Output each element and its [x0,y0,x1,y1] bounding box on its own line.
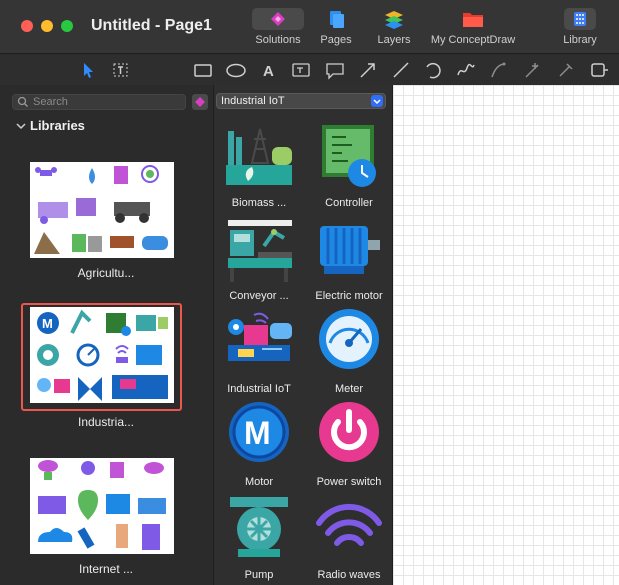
controller-icon [322,125,376,187]
library-grid-icon [564,8,596,30]
pointer-icon[interactable] [77,59,99,81]
dropdown-arrow-icon [371,95,383,107]
libraries-header-label: Libraries [30,118,85,133]
callout-icon[interactable] [324,59,346,81]
library-label: Library [563,34,597,46]
library-button[interactable]: Library [560,8,600,50]
libraries-panel: Libraries Agricultu... M [0,85,212,585]
shape-label-meter: Meter [334,383,364,395]
library-thumbnail-internet[interactable] [30,458,174,554]
shapes-panel: Industrial IoT Biomass ... Controller Co… [213,85,393,585]
power-switch-icon [319,402,379,462]
biomass-icon [226,128,292,185]
text-box-icon[interactable] [290,59,312,81]
pages-label: Pages [320,34,352,46]
document-title: Untitled - Page1 [91,17,212,34]
line-icon[interactable] [390,59,412,81]
shape-industrial-iot[interactable]: Industrial IoT [214,309,304,402]
my-conceptdraw-label: My ConceptDraw [430,34,516,46]
shape-radio-waves[interactable]: Radio waves [304,495,394,585]
layers-button[interactable]: Layers [373,8,415,50]
shape-label-electric-motor: Electric motor [315,290,383,302]
shape-label-motor: Motor [244,476,274,488]
pages-icon [318,8,354,30]
library-select[interactable]: Industrial IoT [216,93,386,109]
text-select-icon[interactable] [110,59,132,81]
arc-icon[interactable] [422,59,444,81]
pages-button[interactable]: Pages [318,8,354,50]
shape-power-switch[interactable]: Power switch [304,402,394,495]
folder-icon [425,8,521,30]
svg-text:M: M [244,415,271,451]
pen-icon[interactable] [555,59,577,81]
shape-meter[interactable]: Meter [304,309,394,402]
add-library-icon[interactable] [191,93,209,111]
shape-label-industrial-iot: Industrial IoT [227,383,291,395]
ellipse-icon[interactable] [225,59,247,81]
minimize-window-button[interactable] [41,20,53,32]
library-thumbnail-agriculture[interactable] [30,162,174,258]
shape-label-conveyor: Conveyor ... [229,290,289,302]
drawing-toolbar: A [0,55,619,85]
chain-icon[interactable] [588,59,610,81]
shape-label-controller: Controller [325,197,373,209]
shape-biomass[interactable]: Biomass ... [214,123,304,216]
radio-waves-icon [316,503,382,546]
freehand-icon[interactable] [455,59,477,81]
maximize-window-button[interactable] [61,20,73,32]
solutions-button[interactable]: Solutions [250,8,306,50]
library-select-value: Industrial IoT [221,95,285,107]
layers-icon [373,8,415,30]
shape-conveyor[interactable]: Conveyor ... [214,216,304,309]
pump-icon [230,497,288,557]
library-label-agriculture: Agricultu... [77,266,135,280]
shape-label-biomass: Biomass ... [231,197,287,209]
shape-pump[interactable]: Pump [214,495,304,585]
my-conceptdraw-button[interactable]: My ConceptDraw [425,8,521,50]
svg-text:M: M [42,316,53,331]
electric-motor-icon [320,226,380,274]
close-window-button[interactable] [21,20,33,32]
solutions-label: Solutions [255,34,301,46]
shape-electric-motor[interactable]: Electric motor [304,216,394,309]
svg-text:A: A [263,63,274,80]
smart-connector-icon[interactable] [522,59,544,81]
library-thumbnail-industrial-iot[interactable]: M [30,307,174,403]
shape-label-pump: Pump [244,569,274,581]
rectangle-icon[interactable] [192,59,214,81]
solutions-icon [252,8,304,30]
shape-controller[interactable]: Controller [304,123,394,216]
shape-motor[interactable]: M Motor [214,402,304,495]
chevron-down-icon [16,123,26,130]
drawing-canvas[interactable] [393,85,619,585]
motor-icon: M [229,402,289,462]
bezier-icon[interactable] [488,59,510,81]
layers-label: Layers [377,34,411,46]
industrial-iot-icon [228,312,292,361]
shape-label-radio-waves: Radio waves [317,569,381,581]
search-input[interactable] [33,95,183,109]
search-field[interactable] [12,94,186,110]
libraries-header[interactable]: Libraries [16,118,85,133]
title-bar: Untitled - Page1 Solutions Pages Layers … [0,0,619,54]
library-label-industrial-iot: Industria... [77,415,135,429]
text-icon[interactable]: A [258,59,280,81]
app-window: Untitled - Page1 Solutions Pages Layers … [0,0,619,585]
library-label-internet: Internet ... [78,562,134,576]
meter-icon [319,309,379,369]
shape-label-power-switch: Power switch [316,476,382,488]
conveyor-icon [228,220,292,282]
search-icon [17,96,28,107]
arrow-icon[interactable] [357,59,379,81]
